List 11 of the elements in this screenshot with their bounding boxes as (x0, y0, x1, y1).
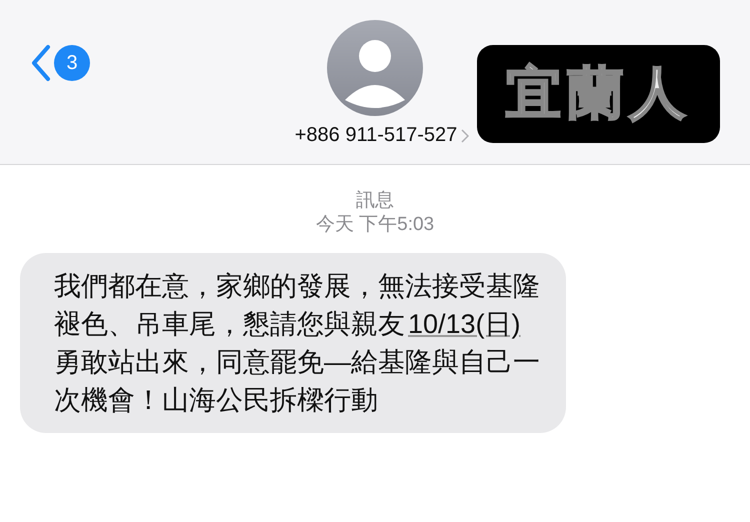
chevron-icon (461, 128, 470, 142)
message-text: 我們都在意，家鄉的發展，無法接受基隆褪色、吊車尾，懇請您與親友 10/13(日) 勇敢站出來，同意罷免—給基隆與自己一次機會！山海公民拆樑行動 (54, 271, 540, 415)
contact-name[interactable]: +886 911-517-527 (294, 124, 470, 147)
service-label: 訊息 (356, 189, 394, 213)
back-chevron-icon (30, 44, 52, 82)
sticker-label: 宜蘭人 (477, 45, 720, 143)
back-button[interactable]: 3 (30, 44, 90, 82)
unread-count: 3 (54, 45, 90, 81)
date-link[interactable]: 10/13(日) (408, 309, 521, 339)
timestamp: 今天 下午5:03 (316, 213, 434, 237)
avatar-icon (327, 20, 423, 116)
